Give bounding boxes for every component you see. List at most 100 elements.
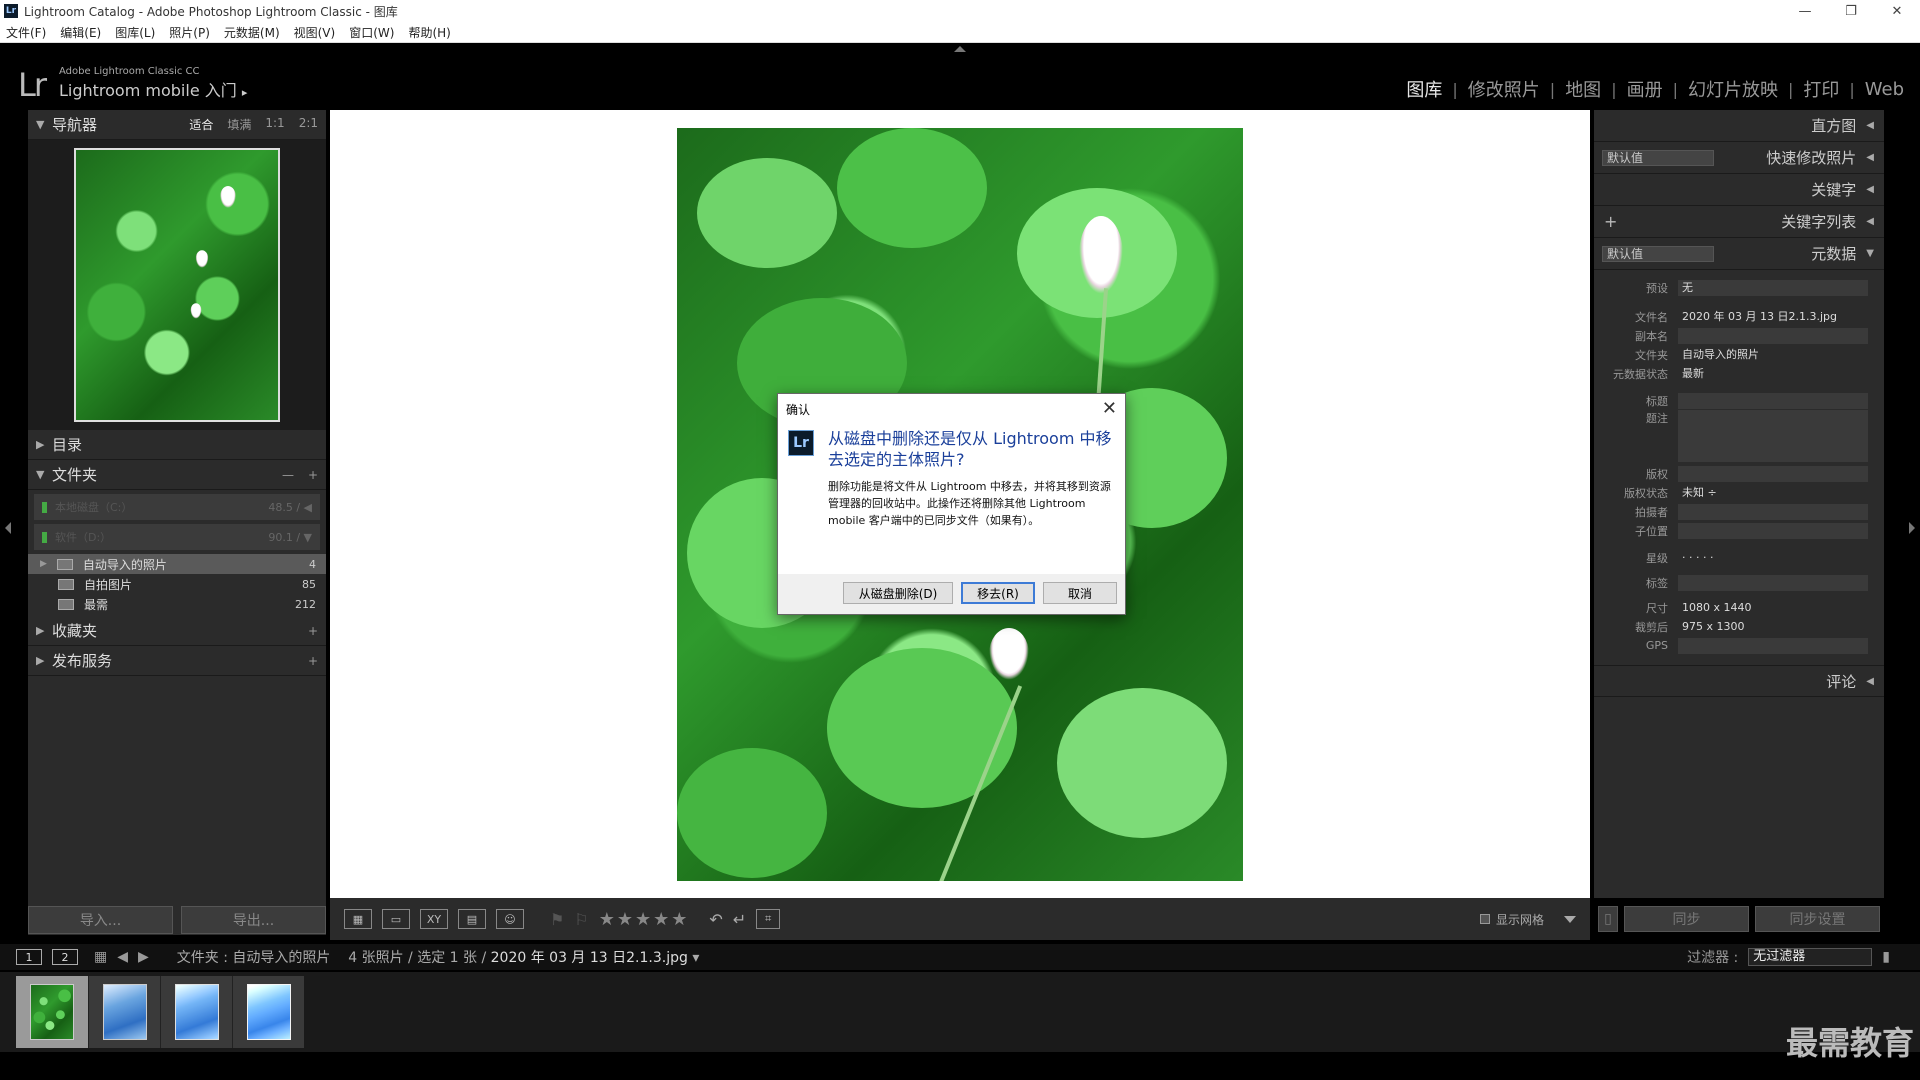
meta-gps-input[interactable] xyxy=(1678,637,1868,654)
publish-header[interactable]: ▶ 发布服务 + xyxy=(28,646,326,676)
top-panel-toggle-icon[interactable] xyxy=(954,46,966,52)
sync-switch[interactable]: ▯ xyxy=(1598,906,1618,932)
meta-copy-name[interactable] xyxy=(1678,327,1868,344)
rating-stars[interactable]: ★★★★★ xyxy=(599,909,690,930)
grid-checkbox[interactable] xyxy=(1479,914,1490,924)
filmstrip-thumb[interactable] xyxy=(232,976,304,1048)
module-library[interactable]: 图库 xyxy=(1396,76,1452,102)
grid-icon[interactable]: ▦ xyxy=(94,949,107,965)
loupe-view-icon[interactable]: ▭ xyxy=(382,909,410,929)
volume-c[interactable]: 本地磁盘（C:） 48.5 / ◀ xyxy=(34,494,320,520)
zoom-1-1[interactable]: 1:1 xyxy=(265,116,284,133)
filmstrip-source[interactable]: 文件夹 : 自动导入的照片 4 张照片 / 选定 1 张 / 2020 年 03… xyxy=(177,947,700,967)
module-print[interactable]: 打印 xyxy=(1793,76,1849,102)
identity-plate[interactable]: Lr Adobe Lightroom Classic CC Lightroom … xyxy=(18,66,247,101)
remove-button[interactable]: 移去(R) xyxy=(961,582,1035,604)
delete-from-disk-button[interactable]: 从磁盘删除(D) xyxy=(843,582,953,604)
menu-file[interactable]: 文件(F) xyxy=(6,24,46,41)
minimize-icon[interactable]: — xyxy=(1782,0,1828,22)
menu-library[interactable]: 图库(L) xyxy=(115,24,155,41)
forward-arrow-icon[interactable]: ▶ xyxy=(138,949,149,965)
navigator-preview[interactable] xyxy=(28,140,326,430)
export-button[interactable]: 导出... xyxy=(181,906,326,934)
toolbar-menu-icon[interactable] xyxy=(1564,915,1576,923)
close-icon[interactable]: ✕ xyxy=(1102,398,1117,419)
plus-icon[interactable]: + xyxy=(308,654,318,668)
crop-icon[interactable]: ⌗ xyxy=(756,909,781,929)
zoom-fill[interactable]: 填满 xyxy=(227,116,251,133)
meta-sublocation-input[interactable] xyxy=(1678,522,1868,539)
quick-develop-header[interactable]: 默认值 快速修改照片 ◀ xyxy=(1594,142,1884,174)
module-map[interactable]: 地图 xyxy=(1555,76,1611,102)
second-screen-button[interactable]: 2 xyxy=(52,949,78,965)
keywording-header[interactable]: 关键字 ◀ xyxy=(1594,174,1884,206)
catalog-header[interactable]: ▶ 目录 xyxy=(28,430,326,460)
folders-header[interactable]: ▼ 文件夹 — + xyxy=(28,460,326,490)
close-window-icon[interactable]: ✕ xyxy=(1874,0,1920,22)
module-develop[interactable]: 修改照片 xyxy=(1458,76,1550,102)
main-screen-button[interactable]: 1 xyxy=(16,949,42,965)
people-view-icon[interactable]: ☺ xyxy=(496,909,524,929)
navigator-header[interactable]: ▼ 导航器 适合 填满 1:1 2:1 xyxy=(28,110,326,140)
zoom-2-1[interactable]: 2:1 xyxy=(299,116,318,133)
menu-view[interactable]: 视图(V) xyxy=(294,24,336,41)
meta-label-input[interactable] xyxy=(1678,574,1868,591)
meta-preset-select[interactable]: 无 xyxy=(1678,279,1868,296)
menu-window[interactable]: 窗口(W) xyxy=(349,24,394,41)
filter-lock-icon[interactable]: ▮ xyxy=(1882,949,1890,965)
collections-header[interactable]: ▶ 收藏夹 + xyxy=(28,616,326,646)
meta-caption-input[interactable] xyxy=(1678,410,1868,462)
navigator-thumbnail[interactable] xyxy=(74,148,280,422)
comments-header[interactable]: 评论 ◀ xyxy=(1594,665,1884,697)
filmstrip-thumb[interactable] xyxy=(88,976,160,1048)
minus-icon[interactable]: — xyxy=(282,468,294,482)
meta-copyright-input[interactable] xyxy=(1678,465,1868,482)
grid-view-icon[interactable]: ▦ xyxy=(344,909,372,929)
module-slideshow[interactable]: 幻灯片放映 xyxy=(1678,76,1788,102)
folder-zuixu[interactable]: 最需 212 xyxy=(28,594,326,614)
rotate-left-icon[interactable]: ↶ xyxy=(709,910,722,929)
menu-edit[interactable]: 编辑(E) xyxy=(60,24,101,41)
meta-title-input[interactable] xyxy=(1678,392,1868,409)
menu-photo[interactable]: 照片(P) xyxy=(169,24,210,41)
back-arrow-icon[interactable]: ◀ xyxy=(117,949,128,965)
show-grid-toggle[interactable]: 显示网格 xyxy=(1479,911,1544,928)
folder-selfie[interactable]: 自拍图片 85 xyxy=(28,574,326,594)
module-web[interactable]: Web xyxy=(1855,79,1904,100)
meta-copyright-status-select[interactable]: 未知 ÷ xyxy=(1678,485,1868,501)
cancel-button[interactable]: 取消 xyxy=(1043,582,1117,604)
source-dropdown-icon[interactable]: ▾ xyxy=(692,950,699,966)
add-keyword-icon[interactable]: + xyxy=(1604,212,1617,231)
module-book[interactable]: 画册 xyxy=(1617,76,1673,102)
keyword-list-header[interactable]: + 关键字列表 ◀ xyxy=(1594,206,1884,238)
filmstrip-thumb[interactable] xyxy=(16,976,88,1048)
meta-creator-input[interactable] xyxy=(1678,503,1868,520)
quick-develop-preset-select[interactable]: 默认值 xyxy=(1602,150,1714,166)
rotate-right-icon[interactable]: ↵ xyxy=(733,910,746,929)
flag-icon[interactable]: ⚑ xyxy=(550,910,564,929)
import-button[interactable]: 导入... xyxy=(28,906,173,934)
sync-button[interactable]: 同步 xyxy=(1624,906,1749,932)
metadata-header[interactable]: 默认值 元数据 ▼ xyxy=(1594,238,1884,270)
restore-icon[interactable]: ❐ xyxy=(1828,0,1874,22)
compare-view-icon[interactable]: XY xyxy=(420,909,448,929)
folder-auto-import[interactable]: ▶ 自动导入的照片 4 xyxy=(28,554,326,574)
expand-down-icon: ▼ xyxy=(1866,248,1874,259)
left-panel-toggle-icon[interactable] xyxy=(5,522,11,534)
histogram-header[interactable]: 直方图 ◀ xyxy=(1594,110,1884,142)
reject-flag-icon[interactable]: ⚐ xyxy=(574,910,588,929)
meta-filename[interactable]: 2020 年 03 月 13 日2.1.3.jpg xyxy=(1678,309,1868,325)
sync-settings-button[interactable]: 同步设置 xyxy=(1755,906,1880,932)
filter-select[interactable]: 无过滤器 xyxy=(1748,948,1873,966)
filmstrip-thumb[interactable] xyxy=(160,976,232,1048)
menu-help[interactable]: 帮助(H) xyxy=(408,24,450,41)
survey-view-icon[interactable]: ▤ xyxy=(458,909,486,929)
plus-icon[interactable]: + xyxy=(308,468,318,482)
volume-d[interactable]: 软件（D:） 90.1 / ▼ xyxy=(34,524,320,550)
menu-metadata[interactable]: 元数据(M) xyxy=(224,24,280,41)
right-panel-toggle-icon[interactable] xyxy=(1909,522,1915,534)
metadata-preset-select[interactable]: 默认值 xyxy=(1602,246,1714,262)
meta-rating[interactable]: · · · · · xyxy=(1678,550,1868,566)
zoom-fit[interactable]: 适合 xyxy=(189,116,213,133)
plus-icon[interactable]: + xyxy=(308,624,318,638)
